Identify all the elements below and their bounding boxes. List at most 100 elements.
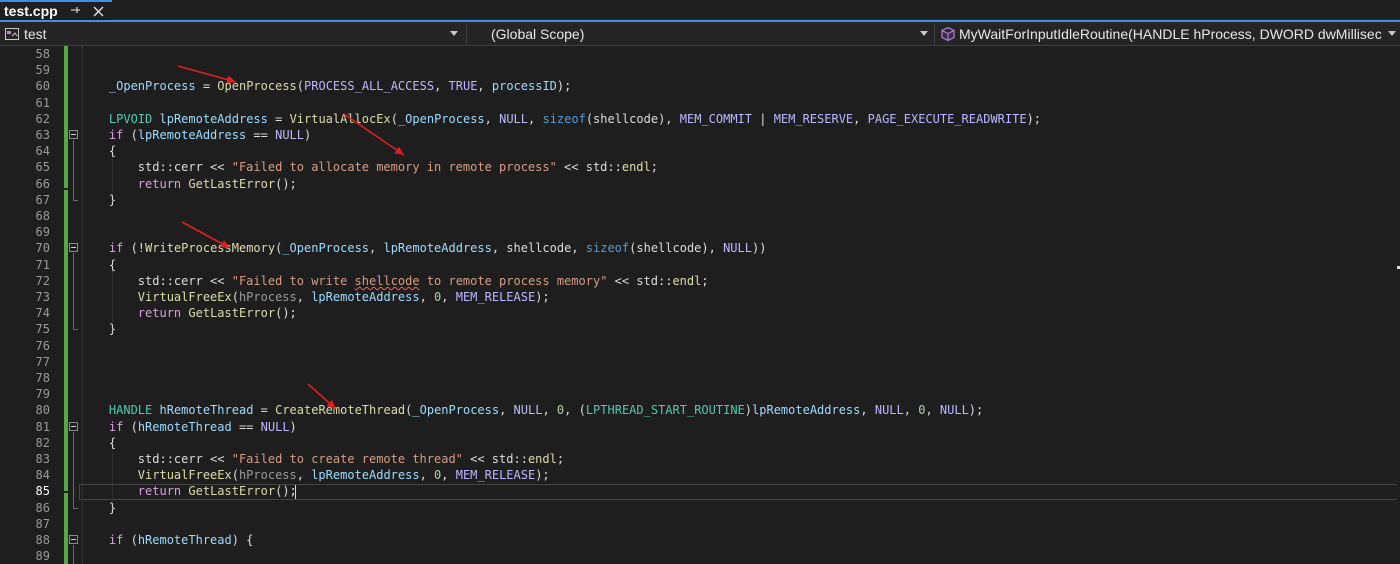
- code-line[interactable]: return GetLastError();: [80, 176, 297, 192]
- tab-title: test.cpp: [4, 3, 58, 19]
- line-number-gutter: 58 59 60 61 62 63 64 65 66 67 68 69 70 71 72 73 74 75 76 77…: [0, 46, 62, 564]
- code-token: sizeof: [585, 241, 630, 256]
- code-line[interactable]: _OpenProcess = OpenProcess(PROCESS_ALL_A…: [80, 78, 571, 94]
- code-line[interactable]: return GetLastError();: [80, 305, 297, 321]
- code-token: );: [535, 468, 550, 483]
- code-token: shellcode: [354, 273, 420, 288]
- change-tracking-bar: [64, 46, 68, 564]
- code-token: lpRemoteAddress: [311, 468, 420, 483]
- code-token: hRemoteThread: [137, 533, 232, 547]
- code-token: );: [968, 403, 984, 418]
- line-number: 70: [35, 241, 50, 256]
- line-number: 74: [35, 306, 50, 321]
- collapse-icon[interactable]: [69, 421, 78, 431]
- scope-label: (Global Scope): [491, 26, 585, 42]
- code-token: }: [80, 500, 117, 515]
- code-token: }: [80, 322, 117, 337]
- close-icon[interactable]: [90, 3, 106, 19]
- code-token: to remote process memory": [419, 273, 608, 288]
- pin-icon[interactable]: [68, 3, 82, 17]
- change-bar-gap: [64, 187, 68, 190]
- code-token: MEM_RELEASE: [455, 468, 536, 483]
- code-token: ,: [419, 290, 435, 304]
- code-token: LPVOID: [108, 111, 153, 126]
- code-line[interactable]: std::cerr << "Failed to write shellcode …: [80, 273, 709, 289]
- code-line[interactable]: LPVOID lpRemoteAddress = VirtualAllocEx(…: [80, 111, 1041, 127]
- code-token: ;: [556, 452, 565, 466]
- code-token: ,: [369, 241, 384, 256]
- code-line[interactable]: }: [80, 192, 116, 208]
- code-line[interactable]: if (hRemoteThread == NULL): [80, 419, 297, 435]
- code-line[interactable]: std::cerr << "Failed to allocate memory …: [80, 159, 658, 175]
- code-token: )): [751, 241, 767, 256]
- code-token: CreateRemoteThread: [275, 403, 406, 418]
- code-token: hProcess: [238, 290, 297, 304]
- code-line[interactable]: if (!WriteProcessMemory(_OpenProcess, lp…: [80, 240, 767, 256]
- code-token: ();: [275, 306, 297, 321]
- code-line[interactable]: VirtualFreeEx(hProcess, lpRemoteAddress,…: [80, 467, 550, 483]
- tab-test-cpp[interactable]: test.cpp: [0, 0, 112, 20]
- code-token: ,: [477, 79, 492, 94]
- line-number: 84: [35, 468, 50, 483]
- line-number: 65: [35, 160, 50, 175]
- code-token: (shellcode),: [629, 241, 724, 256]
- collapse-icon[interactable]: [69, 535, 78, 544]
- code-token: HANDLE: [108, 403, 153, 418]
- line-number: 83: [35, 452, 50, 466]
- code-line[interactable]: {: [80, 257, 116, 273]
- code-token: ,: [903, 403, 919, 418]
- code-token: NULL: [275, 128, 304, 142]
- code-token: ,: [528, 111, 543, 126]
- code-token: (: [123, 419, 138, 434]
- code-line[interactable]: {: [80, 435, 116, 451]
- scope-dropdown[interactable]: (Global Scope): [468, 23, 932, 45]
- line-number: 85: [35, 484, 50, 499]
- code-token: GetLastError: [188, 176, 276, 191]
- code-token: ();: [275, 176, 297, 191]
- project-dropdown[interactable]: test: [0, 23, 462, 45]
- collapse-icon[interactable]: [69, 130, 78, 139]
- code-line[interactable]: if (lpRemoteAddress == NULL): [80, 127, 311, 143]
- line-number: 79: [35, 387, 50, 402]
- chevron-down-icon[interactable]: [450, 31, 458, 36]
- code-line[interactable]: std::cerr << "Failed to create remote th…: [80, 451, 564, 467]
- fold-line: [73, 431, 74, 508]
- code-line[interactable]: {: [80, 143, 116, 159]
- line-number: 71: [35, 257, 50, 272]
- code-token: _OpenProcess: [282, 241, 370, 256]
- chevron-down-icon[interactable]: [1388, 31, 1396, 36]
- divider: [934, 24, 935, 44]
- code-token: (!: [123, 241, 146, 256]
- line-number: 81: [35, 419, 50, 434]
- code-token: (: [231, 290, 239, 304]
- code-token: ,: [419, 468, 435, 483]
- code-token: PAGE_EXECUTE_READWRITE: [867, 111, 1027, 126]
- code-token: ,: [296, 290, 312, 304]
- code-token: (: [123, 128, 138, 142]
- code-token: TRUE: [448, 79, 478, 94]
- code-token: ,: [434, 79, 449, 94]
- member-dropdown[interactable]: MyWaitForInputIdleRoutine(HANDLE hProces…: [936, 23, 1400, 45]
- code-token: ): [289, 419, 297, 434]
- collapse-icon[interactable]: [69, 243, 78, 253]
- code-token: std::cerr <<: [80, 452, 232, 466]
- code-line[interactable]: HANDLE hRemoteThread = CreateRemoteThrea…: [80, 402, 983, 418]
- code-token: MEM_RESERVE: [773, 111, 854, 126]
- code-token: ) {: [231, 533, 254, 547]
- code-line[interactable]: VirtualFreeEx(hProcess, lpRemoteAddress,…: [80, 289, 550, 305]
- chevron-down-icon[interactable]: [920, 31, 928, 36]
- code-line[interactable]: if (hRemoteThread) {: [80, 532, 254, 548]
- code-token: _OpenProcess: [397, 111, 485, 126]
- code-line[interactable]: }: [80, 321, 116, 337]
- code-token: processID: [491, 79, 557, 94]
- code-token: PROCESS_ALL_ACCESS: [304, 79, 435, 94]
- code-token: endl: [621, 160, 651, 175]
- code-token: , (: [564, 403, 586, 418]
- code-token: ;: [650, 160, 658, 175]
- code-token: ,: [441, 468, 456, 483]
- code-line[interactable]: }: [80, 500, 116, 516]
- code-editor[interactable]: 58 59 60 61 62 63 64 65 66 67 68 69 70 71 72 73 74 75 76 77…: [0, 46, 1400, 564]
